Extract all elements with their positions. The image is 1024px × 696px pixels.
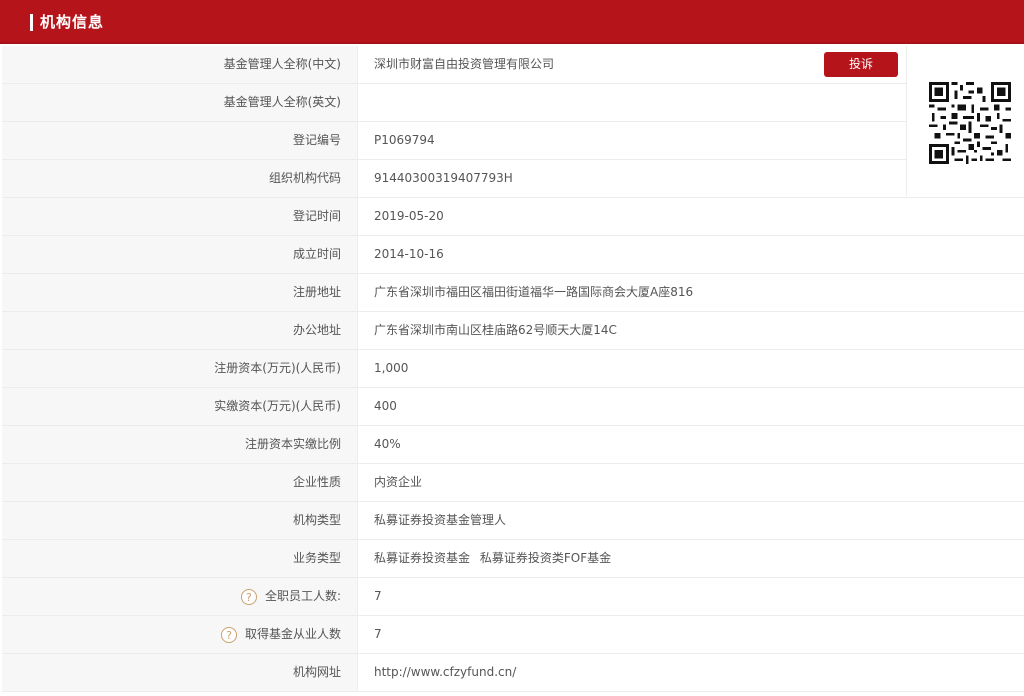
section-header: 机构信息	[0, 0, 1024, 44]
table-row: 机构网址 http://www.cfzyfund.cn/	[2, 654, 1024, 692]
row-label-text: 取得基金从业人数	[244, 627, 341, 641]
table-row: 成立时间 2014-10-16	[2, 236, 1024, 274]
table-row: 办公地址 广东省深圳市南山区桂庙路62号顺天大厦14C	[2, 312, 1024, 350]
section-title: 机构信息	[40, 13, 105, 31]
row-label: 注册资本(万元)(人民币)	[2, 350, 358, 387]
help-icon[interactable]: ?	[220, 626, 237, 643]
table-row: 实缴资本(万元)(人民币) 400	[2, 388, 1024, 426]
complaint-button[interactable]: 投诉	[824, 52, 898, 77]
table-row: 基金管理人全称(英文)	[2, 84, 1024, 122]
table-row: 注册地址 广东省深圳市福田区福田街道福华一路国际商会大厦A座816	[2, 274, 1024, 312]
row-label: 企业性质	[2, 464, 358, 501]
table-row: 注册资本实缴比例 40%	[2, 426, 1024, 464]
row-label: 组织机构代码	[2, 160, 358, 197]
row-label: 机构类型	[2, 502, 358, 539]
row-label: 登记时间	[2, 198, 358, 235]
table-row: 机构类型 私募证券投资基金管理人	[2, 502, 1024, 540]
row-label: 登记编号	[2, 122, 358, 159]
table-row: ? 取得基金从业人数 7	[2, 616, 1024, 654]
table-row: ? 全职员工人数: 7	[2, 578, 1024, 616]
business-type-1: 私募证券投资基金	[374, 551, 471, 565]
row-value: 7	[374, 627, 382, 641]
row-value: 广东省深圳市福田区福田街道福华一路国际商会大厦A座816	[374, 285, 694, 299]
row-label: 注册资本实缴比例	[2, 426, 358, 463]
row-label: 机构网址	[2, 654, 358, 691]
row-value: 400	[374, 399, 397, 413]
table-row: 组织机构代码 91440300319407793H	[2, 160, 1024, 198]
row-label: 办公地址	[2, 312, 358, 349]
row-value: 2019-05-20	[374, 209, 444, 223]
row-label: 成立时间	[2, 236, 358, 273]
row-value: 广东省深圳市南山区桂庙路62号顺天大厦14C	[374, 323, 617, 337]
table-row: 企业性质 内资企业	[2, 464, 1024, 502]
info-table: 基金管理人全称(中文) 深圳市财富自由投资管理有限公司 投诉 基金管理人全称(英…	[2, 46, 1024, 692]
qr-code-icon	[929, 82, 1011, 164]
qr-code-panel	[906, 46, 1024, 196]
row-label-text: 全职员工人数:	[264, 589, 341, 603]
row-value: 私募证券投资基金 私募证券投资类FOF基金	[374, 540, 611, 577]
table-row: 登记编号 P1069794	[2, 122, 1024, 160]
row-value: 私募证券投资基金管理人	[374, 513, 507, 527]
row-label: 基金管理人全称(中文)	[2, 46, 358, 83]
row-value: 40%	[374, 437, 401, 451]
row-label: ? 全职员工人数:	[2, 578, 358, 615]
table-row: 登记时间 2019-05-20	[2, 198, 1024, 236]
row-label: 注册地址	[2, 274, 358, 311]
row-value: 1,000	[374, 361, 409, 375]
table-row: 基金管理人全称(中文) 深圳市财富自由投资管理有限公司 投诉	[2, 46, 1024, 84]
row-value: 91440300319407793H	[374, 171, 513, 185]
row-value: 7	[374, 589, 382, 603]
row-value: 内资企业	[374, 475, 423, 489]
header-accent-bar	[30, 14, 33, 31]
business-type-2: 私募证券投资类FOF基金	[479, 551, 612, 565]
row-value: 2014-10-16	[374, 247, 444, 261]
row-label: ? 取得基金从业人数	[2, 616, 358, 653]
row-label: 实缴资本(万元)(人民币)	[2, 388, 358, 425]
table-row: 注册资本(万元)(人民币) 1,000	[2, 350, 1024, 388]
row-value: P1069794	[374, 133, 435, 147]
row-label: 基金管理人全称(英文)	[2, 84, 358, 121]
row-value: 深圳市财富自由投资管理有限公司	[374, 57, 555, 71]
row-label: 业务类型	[2, 540, 358, 577]
table-row: 业务类型 私募证券投资基金 私募证券投资类FOF基金	[2, 540, 1024, 578]
help-icon[interactable]: ?	[240, 588, 257, 605]
row-value[interactable]: http://www.cfzyfund.cn/	[374, 654, 516, 691]
